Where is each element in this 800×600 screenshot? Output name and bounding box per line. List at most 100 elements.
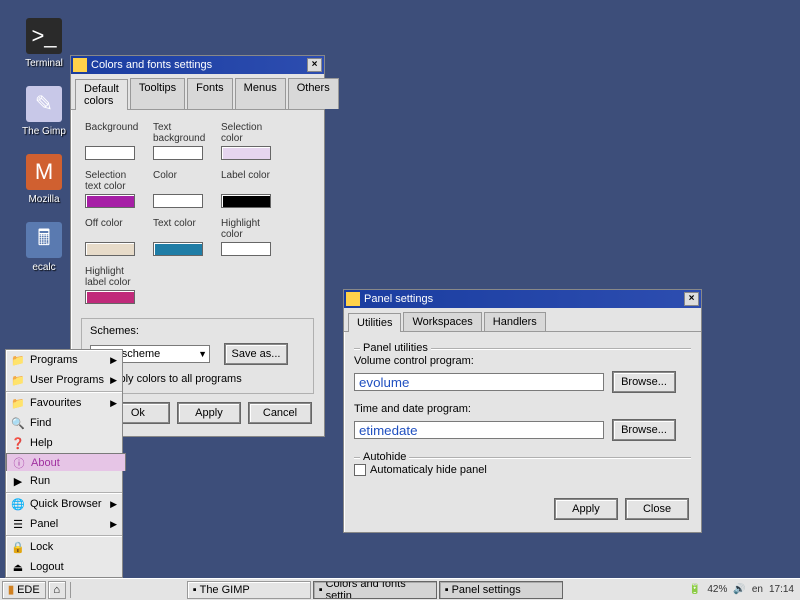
swatch-highlight-color: Highlight color: [221, 218, 281, 256]
menu-item-about[interactable]: ⓘAbout: [6, 453, 126, 471]
task-button[interactable]: ▪The GIMP: [187, 581, 311, 599]
clock[interactable]: 17:14: [769, 584, 794, 595]
menu-label: Help: [30, 437, 53, 449]
menu-icon: 🔒: [11, 540, 25, 554]
menu-icon: 📁: [11, 373, 25, 387]
menu-item-panel[interactable]: ☰Panel▶: [6, 514, 122, 534]
time-program-label: Time and date program:: [354, 403, 691, 415]
menu-separator: [6, 391, 122, 392]
menu-item-favourites[interactable]: 📁Favourites▶: [6, 393, 122, 413]
colors-tabs: Default colorsTooltipsFontsMenusOthers: [71, 74, 324, 110]
menu-item-find[interactable]: 🔍Find: [6, 413, 122, 433]
start-button[interactable]: ▮ EDE: [2, 581, 46, 599]
tab-utilities[interactable]: Utilities: [348, 313, 401, 332]
volume-icon[interactable]: 🔊: [733, 584, 745, 595]
close-icon[interactable]: ×: [684, 292, 699, 306]
show-desktop-button[interactable]: ⌂: [48, 581, 66, 599]
checkbox-icon: [354, 464, 366, 476]
language-indicator[interactable]: en: [752, 584, 763, 595]
color-swatch[interactable]: [221, 146, 271, 160]
task-label: Panel settings: [452, 584, 521, 596]
desktop-icon-the-gimp[interactable]: ✎ The Gimp: [14, 86, 74, 137]
chevron-right-icon: ▶: [110, 375, 117, 386]
battery-icon[interactable]: 🔋: [689, 584, 701, 595]
menu-label: About: [31, 457, 60, 469]
swatch-label: Label color: [221, 170, 281, 192]
swatch-label: Selection text color: [85, 170, 145, 192]
color-swatch[interactable]: [153, 146, 203, 160]
close-button[interactable]: Close: [626, 499, 688, 519]
colors-window-titlebar[interactable]: Colors and fonts settings ×: [71, 56, 324, 74]
tab-workspaces[interactable]: Workspaces: [403, 312, 481, 331]
color-swatch[interactable]: [85, 194, 135, 208]
swatch-label: Text color: [153, 218, 213, 240]
task-label: Colors and fonts settin: [326, 581, 431, 599]
window-icon: [73, 58, 87, 72]
panel-window-titlebar[interactable]: Panel settings ×: [344, 290, 701, 308]
color-swatch[interactable]: [85, 146, 135, 160]
desktop-icon-mozilla[interactable]: M Mozilla: [14, 154, 74, 205]
menu-icon: ▶: [11, 474, 25, 488]
browse-button[interactable]: Browse...: [613, 372, 675, 392]
apply-all-label: Apply colors to all programs: [106, 373, 242, 385]
swatch-color: Color: [153, 170, 213, 208]
browse-button[interactable]: Browse...: [613, 420, 675, 440]
time-program-input[interactable]: [354, 421, 604, 439]
menu-label: Programs: [30, 354, 78, 366]
close-icon[interactable]: ×: [307, 58, 322, 72]
cancel-button[interactable]: Cancel: [249, 403, 311, 423]
menu-label: Logout: [30, 561, 64, 573]
tab-tooltips[interactable]: Tooltips: [130, 78, 185, 109]
menu-separator: [6, 535, 122, 536]
task-button[interactable]: ▪Panel settings: [439, 581, 563, 599]
color-swatch[interactable]: [221, 194, 271, 208]
swatch-label: Text background: [153, 122, 213, 144]
color-swatch[interactable]: [221, 242, 271, 256]
start-menu: 📁Programs▶📁User Programs▶📁Favourites▶🔍Fi…: [5, 349, 123, 578]
menu-label: Panel: [30, 518, 58, 530]
menu-icon: ☰: [11, 517, 25, 531]
window-title: Colors and fonts settings: [91, 59, 212, 71]
menu-label: Run: [30, 475, 50, 487]
desktop-icon-ecalc[interactable]: 🖩ecalc: [14, 222, 74, 273]
ede-logo-icon: ▮: [8, 583, 14, 596]
autohide-checkbox[interactable]: Automaticaly hide panel: [354, 464, 691, 476]
menu-item-user-programs[interactable]: 📁User Programs▶: [6, 370, 122, 390]
app-icon: M: [26, 154, 62, 190]
color-swatch[interactable]: [153, 242, 203, 256]
tab-default-colors[interactable]: Default colors: [75, 79, 128, 110]
app-icon: 🖩: [26, 222, 62, 258]
menu-item-run[interactable]: ▶ Run: [6, 471, 122, 491]
battery-level: 42%: [707, 584, 727, 595]
color-swatch[interactable]: [85, 242, 135, 256]
swatch-label: Off color: [85, 218, 145, 240]
tab-handlers[interactable]: Handlers: [484, 312, 546, 331]
menu-label: Favourites: [30, 397, 81, 409]
app-icon: ✎: [26, 86, 62, 122]
tab-others[interactable]: Others: [288, 78, 339, 109]
icon-label: The Gimp: [14, 126, 74, 137]
desktop-icon-terminal[interactable]: >_Terminal: [14, 18, 74, 69]
menu-item-lock[interactable]: 🔒Lock: [6, 537, 122, 557]
menu-icon: ⏏: [11, 560, 25, 574]
menu-item-programs[interactable]: 📁Programs▶: [6, 350, 122, 370]
swatch-text-background: Text background: [153, 122, 213, 160]
menu-item-logout[interactable]: ⏏ Logout: [6, 557, 122, 577]
save-as-button[interactable]: Save as...: [225, 344, 287, 364]
volume-program-input[interactable]: [354, 373, 604, 391]
color-swatch[interactable]: [85, 290, 135, 304]
app-icon: ▪: [445, 584, 449, 596]
tab-menus[interactable]: Menus: [235, 78, 286, 109]
menu-item-quick-browser[interactable]: 🌐Quick Browser▶: [6, 494, 122, 514]
icon-label: Mozilla: [14, 194, 74, 205]
task-button[interactable]: ▪Colors and fonts settin: [313, 581, 437, 599]
apply-button[interactable]: Apply: [555, 499, 617, 519]
menu-item-help[interactable]: ❓Help: [6, 433, 122, 453]
color-swatch[interactable]: [153, 194, 203, 208]
apply-button[interactable]: Apply: [178, 403, 240, 423]
icon-label: Terminal: [14, 58, 74, 69]
chevron-right-icon: ▶: [110, 499, 117, 510]
system-tray: 🔋 42% 🔊 en 17:14: [685, 584, 798, 595]
swatch-off-color: Off color: [85, 218, 145, 256]
tab-fonts[interactable]: Fonts: [187, 78, 233, 109]
